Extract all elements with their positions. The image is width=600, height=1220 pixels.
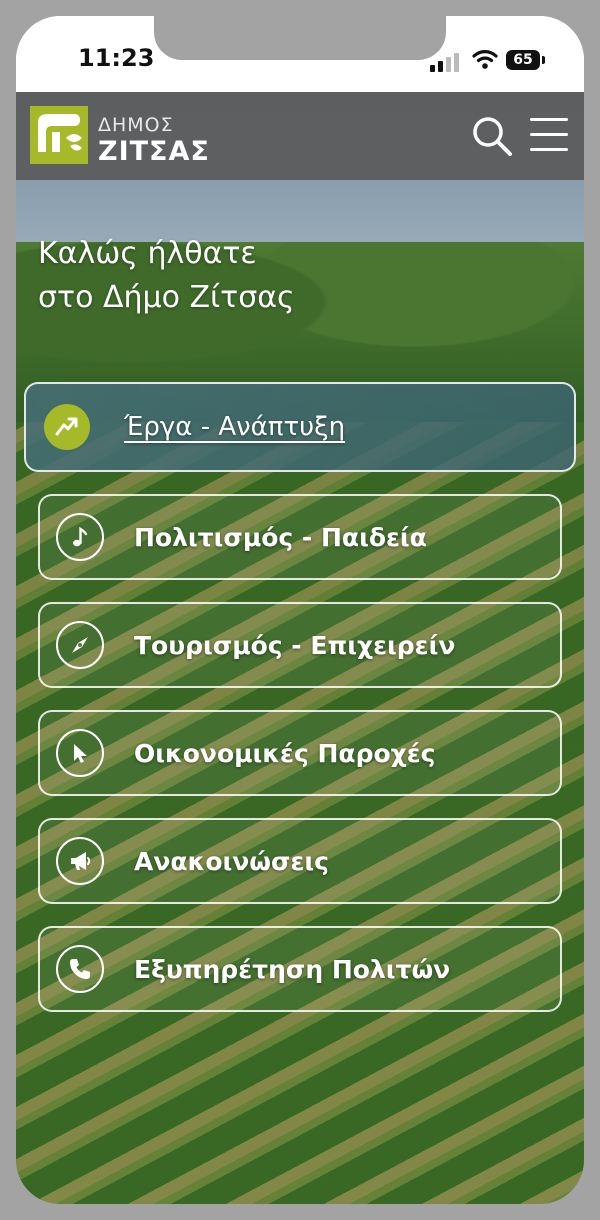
- logo-text-top: ΔΗΜΟΣ: [98, 114, 174, 136]
- cursor-icon: [56, 729, 104, 777]
- municipality-logo-icon[interactable]: [30, 106, 88, 164]
- nav-label: Πολιτισμός - Παιδεία: [134, 522, 427, 552]
- megaphone-icon: [56, 837, 104, 885]
- signal-icon: [430, 53, 459, 72]
- nav-label: Εξυπηρέτηση Πολιτών: [134, 954, 451, 984]
- phone-icon: [56, 945, 104, 993]
- nav-item-citizen-services[interactable]: Εξυπηρέτηση Πολιτών: [38, 926, 562, 1012]
- nav-label: Τουρισμός - Επιχειρείν: [134, 630, 456, 660]
- status-bar: 11:23 65: [16, 16, 584, 92]
- nav-item-culture-education[interactable]: Πολιτισμός - Παιδεία: [38, 494, 562, 580]
- welcome-heading: Καλώς ήλθατε στο Δήμο Ζίτσας: [38, 232, 518, 320]
- search-icon[interactable]: [470, 114, 514, 158]
- wifi-icon: [472, 50, 498, 69]
- hamburger-menu-icon[interactable]: [530, 116, 570, 154]
- nav-item-projects-development[interactable]: Έργα - Ανάπτυξη: [24, 382, 576, 472]
- nav-label: Ανακοινώσεις: [134, 846, 329, 876]
- status-time: 11:23: [78, 44, 155, 72]
- battery-icon: 65: [506, 50, 540, 70]
- notch: [154, 16, 446, 60]
- welcome-line-2: στο Δήμο Ζίτσας: [38, 280, 295, 315]
- nav-label: Έργα - Ανάπτυξη: [124, 412, 346, 442]
- welcome-line-1: Καλώς ήλθατε: [38, 236, 257, 271]
- music-note-icon: [56, 513, 104, 561]
- nav-item-financial-benefits[interactable]: Οικονομικές Παροχές: [38, 710, 562, 796]
- logo-text-bottom: ΖΙΤΣΑΣ: [98, 136, 210, 167]
- compass-icon: [56, 621, 104, 669]
- trend-up-icon: [44, 404, 90, 450]
- nav-label: Οικονομικές Παροχές: [134, 738, 436, 768]
- site-header: ΔΗΜΟΣ ΖΙΤΣΑΣ: [16, 92, 584, 180]
- nav-item-tourism-business[interactable]: Τουρισμός - Επιχειρείν: [38, 602, 562, 688]
- nav-item-announcements[interactable]: Ανακοινώσεις: [38, 818, 562, 904]
- phone-frame: 11:23 65 ΔΗΜΟΣ ΖΙΤΣΑΣ Καλώς ήλθατε στο Δ…: [16, 16, 584, 1204]
